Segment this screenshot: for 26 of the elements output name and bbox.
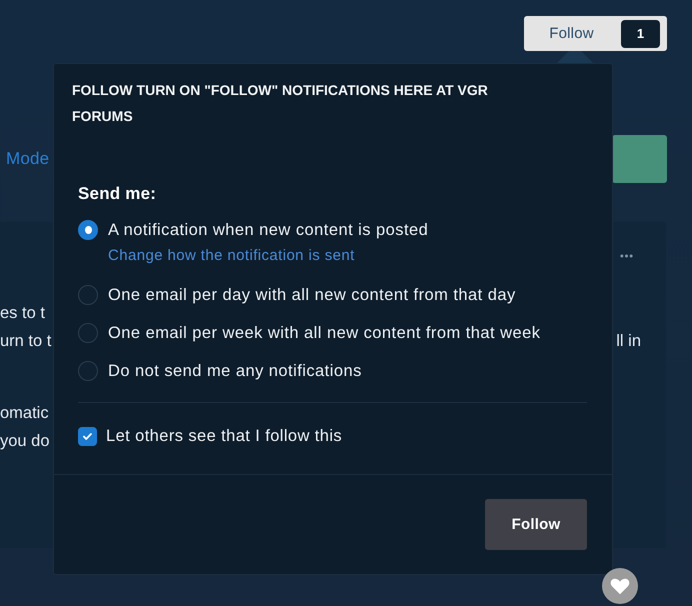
option-label[interactable]: Do not send me any notifications (108, 362, 362, 380)
post-text: omatic (0, 403, 49, 424)
post-text: urn to t (0, 331, 52, 352)
radio-button[interactable] (78, 285, 98, 305)
radio-button[interactable] (78, 323, 98, 343)
post-text: es to t (0, 303, 45, 324)
radio-button[interactable] (78, 361, 98, 381)
follow-submit-button[interactable]: Follow (485, 499, 587, 550)
checkbox-label[interactable]: Let others see that I follow this (106, 426, 342, 446)
more-options-icon[interactable] (620, 254, 633, 258)
post-text: you do (0, 431, 50, 452)
checkmark-icon (83, 432, 92, 440)
option-label[interactable]: One email per week with all new content from that week (108, 324, 540, 342)
checkbox[interactable] (78, 426, 97, 446)
change-link[interactable]: Change how the notification is sent (108, 246, 355, 266)
follow-button[interactable]: Follow 1 (524, 16, 667, 51)
heart-reaction-icon[interactable] (602, 568, 638, 604)
option-label[interactable]: A notification when new content is posted (108, 220, 428, 240)
popup-title: FOLLOW TURN ON "FOLLOW" NOTIFICATIONS HERE AT VGR FORUMS (72, 81, 489, 126)
post-text: ll in (616, 331, 641, 352)
radio-button[interactable] (78, 220, 98, 240)
nav-link[interactable]: Mode (6, 149, 50, 169)
follower-count: 1 (621, 20, 660, 48)
popup-pointer (557, 51, 593, 63)
section-label: Send me: (78, 183, 158, 205)
option-label[interactable]: One email per day with all new content from that day (108, 286, 516, 304)
